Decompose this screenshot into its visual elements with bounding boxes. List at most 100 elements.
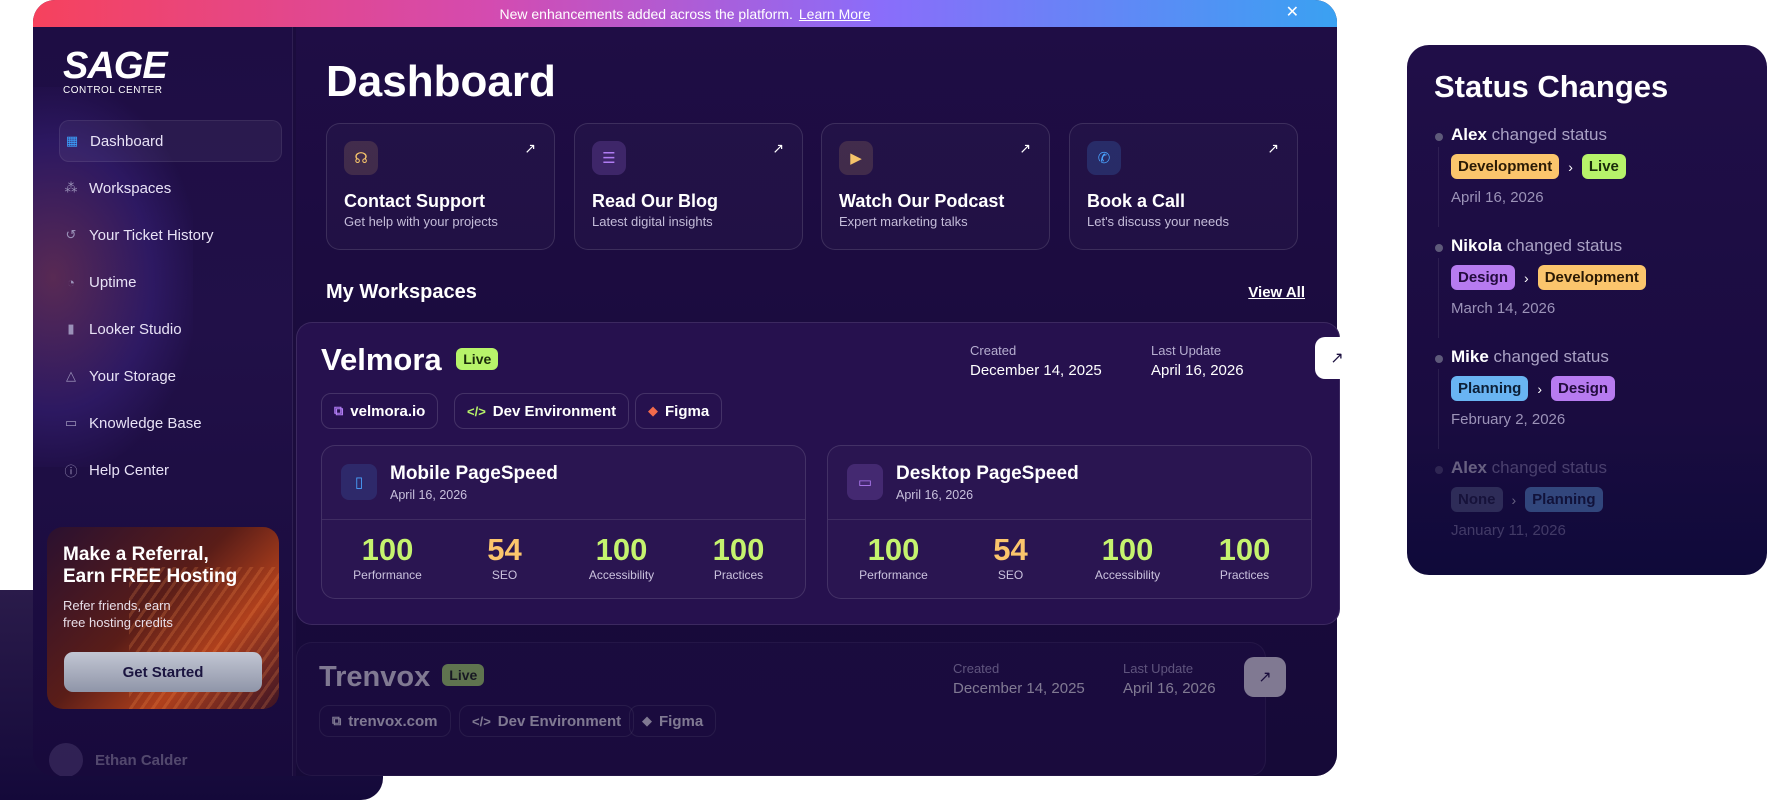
open-workspace-button[interactable]: ↗ [1244,657,1286,697]
arrow-up-right-icon: ↗ [1019,140,1031,156]
chip-label: Dev Environment [492,402,617,420]
user-name: Alex [1451,125,1487,144]
score-seo: 54 SEO [952,532,1069,583]
chip-label: Figma [659,712,704,730]
sidebar-item-storage[interactable]: △ Your Storage [59,355,282,397]
status-verb: changed status [1493,347,1609,366]
code-icon: </> [467,403,486,419]
workspace-card: Velmora Live Created December 14, 2025 La… [296,322,1359,625]
score-label: Accessibility [588,568,655,582]
timeline-dot [1435,355,1443,363]
chevron-right-icon: › [1511,491,1517,508]
panel-title: Desktop PageSpeed [896,463,1079,484]
status-tags: None › Planning [1451,487,1603,512]
arrow-up-right-icon: ↗ [772,140,784,156]
sidebar-item-ticket-history[interactable]: ↺ Your Ticket History [59,214,282,256]
promo-text: Refer friends, earn free hosting credits [63,598,173,630]
score-label: Practices [713,568,764,582]
score-value: 54 [487,532,522,567]
status-tags: Planning › Design [1451,376,1616,401]
sidebar-item-looker-studio[interactable]: ▮ Looker Studio [59,308,282,350]
sidebar-nav: ▦ Dashboard ⁂ Workspaces ↺ Your Ticket Hist… [59,120,282,496]
headset-icon: ☊ [344,141,378,175]
book-call-card[interactable]: ✆ ↗ Book a Call Let's discuss your needs [1069,123,1298,250]
user-name: Nikola [1451,236,1503,255]
workspace-name: Velmora Live [321,342,499,378]
score-performance: 100 Performance [329,534,446,583]
updated-meta: Last Update April 16, 2026 [1151,343,1244,379]
view-all-link[interactable]: View All [1248,284,1305,301]
meta-value: December 14, 2025 [970,362,1102,379]
figma-chip[interactable]: ◆ Figma [629,705,717,737]
drive-icon: △ [66,368,76,383]
site-link-chip[interactable]: ⧉ velmora.io [321,393,439,429]
close-icon[interactable]: ✕ [1286,5,1299,21]
figma-icon: ◆ [648,403,658,418]
score-practices: 100 Practices [680,534,797,583]
meta-value: April 16, 2026 [1123,680,1216,697]
sidebar-item-help-center[interactable]: ⓘ Help Center [59,449,282,491]
from-status: None [1451,487,1503,512]
score-label: Performance [859,568,928,582]
banner-text: New enhancements added across the platfo… [499,5,793,22]
read-blog-card[interactable]: ☰ ↗ Read Our Blog Latest digital insight… [574,123,803,250]
score-seo: 54 SEO [446,532,563,583]
from-status: Planning [1451,376,1529,401]
sidebar-item-dashboard[interactable]: ▦ Dashboard [59,120,282,162]
timeline-line [1438,258,1439,338]
sidebar-item-knowledge-base[interactable]: ▭ Knowledge Base [59,402,282,444]
dev-environment-chip[interactable]: </> Dev Environment [454,393,630,429]
status-changes-panel: Status Changes Alex changed status Devel… [1407,45,1767,575]
chevron-right-icon: › [1568,158,1573,175]
mobile-icon: ▯ [341,464,377,500]
nodes-icon: ⁂ [64,180,78,195]
logo[interactable]: SAGE CONTROL CENTER [63,47,168,96]
panel-title: Mobile PageSpeed [390,463,558,484]
avatar [49,743,83,776]
dev-environment-chip[interactable]: </> Dev Environment [459,705,635,737]
status-badge: Live [456,348,499,370]
status-verb: changed status [1491,125,1607,144]
promo-title: Make a Referral, Earn FREE Hosting [63,544,237,588]
open-workspace-button[interactable]: ↗ [1315,337,1359,379]
card-subtitle: Get help with your projects [344,214,498,229]
to-status: Live [1581,154,1626,179]
score-value: 100 [1101,532,1154,567]
watch-podcast-card[interactable]: ▶ ↗ Watch Our Podcast Expert marketing t… [821,123,1050,250]
status-tags: Development › Live [1451,154,1626,179]
sidebar-item-label: Your Ticket History [89,226,214,244]
contact-support-card[interactable]: ☊ ↗ Contact Support Get help with your p… [326,123,555,250]
meta-label: Created [970,343,1017,358]
status-verb: changed status [1491,458,1607,477]
divider [322,519,805,520]
promo-title-line2: Earn FREE Hosting [63,566,238,587]
learn-more-link[interactable]: Learn More [799,6,871,22]
score-value: 54 [993,532,1028,567]
sidebar-item-uptime[interactable]: ◔ Uptime [59,261,282,303]
meta-value: December 14, 2025 [953,680,1085,697]
score-value: 100 [867,532,920,567]
status-date: February 2, 2026 [1451,411,1566,428]
get-started-button[interactable]: Get Started [64,652,262,692]
figma-chip[interactable]: ◆ Figma [635,393,723,429]
workspace-card: Trenvox Live Created December 14, 2025 La… [296,642,1286,776]
card-title: Watch Our Podcast [839,191,1005,211]
book-icon: ▭ [64,415,78,430]
logo-subtitle: CONTROL CENTER [63,85,163,96]
arrow-up-right-icon: ↗ [1258,669,1272,686]
status-change-header: Alex changed status [1451,458,1607,478]
score-value: 100 [1218,532,1271,567]
from-status: Design [1451,265,1516,290]
timeline-dot [1435,133,1443,141]
sidebar-item-label: Looker Studio [89,320,182,338]
sidebar-item-workspaces[interactable]: ⁂ Workspaces [59,167,282,209]
desktop-pagespeed-panel: ▭ Desktop PageSpeed April 16, 2026 100 Pe… [827,445,1312,599]
created-meta: Created December 14, 2025 [970,343,1102,379]
arrow-up-right-icon: ↗ [1330,350,1344,367]
user-profile[interactable]: Ethan Calder [49,743,188,776]
panel-date: April 16, 2026 [390,488,468,502]
status-verb: changed status [1506,236,1623,255]
arrow-up-right-icon: ↗ [1267,140,1279,156]
created-meta: Created December 14, 2025 [953,661,1085,697]
site-link-chip[interactable]: ⧉ trenvox.com [319,705,451,737]
